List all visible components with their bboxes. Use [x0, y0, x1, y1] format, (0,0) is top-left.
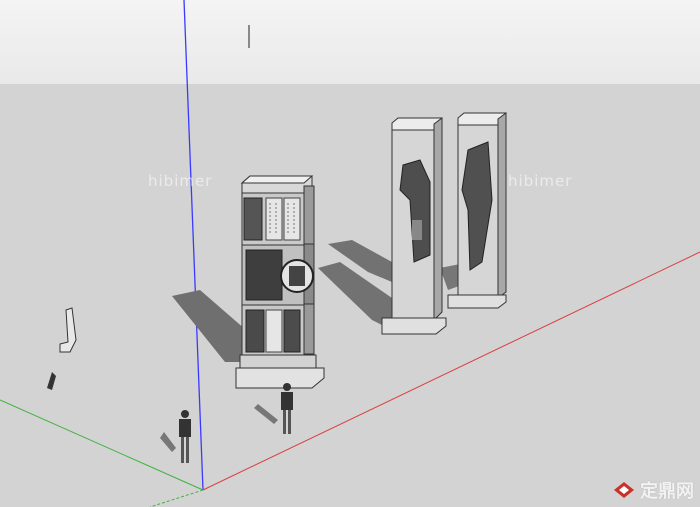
logo-text: 定鼎网 [640, 481, 694, 502]
pillar-shadow [172, 290, 246, 362]
model-scene[interactable] [0, 0, 700, 507]
sketchup-viewport[interactable]: hibimer hibimer 定鼎网 [0, 0, 700, 507]
small-sculpture [47, 307, 77, 390]
dingding-logo-icon [614, 482, 634, 498]
person-figure [160, 410, 191, 463]
watermark-right: hibimer [508, 172, 573, 190]
dingding-logo: 定鼎网 [612, 477, 694, 503]
dashed-axis [149, 489, 204, 507]
person-figure [254, 383, 293, 434]
watermark-left: hibimer [148, 172, 213, 190]
carved-square-pillar [235, 175, 325, 389]
abstract-pillar-left [381, 117, 447, 335]
